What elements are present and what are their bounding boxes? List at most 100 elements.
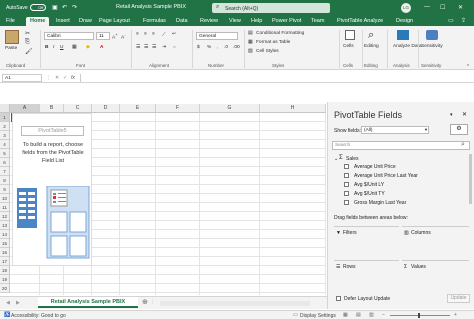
- row-header[interactable]: 6: [0, 158, 10, 167]
- zoom-slider-thumb[interactable]: [418, 313, 420, 318]
- column-header[interactable]: F: [156, 104, 200, 113]
- wrap-text-icon[interactable]: ↵: [172, 32, 176, 37]
- horizontal-scrollbar[interactable]: [160, 301, 310, 306]
- percent-icon[interactable]: %: [207, 45, 211, 50]
- row-header[interactable]: 10: [0, 194, 10, 203]
- columns-area[interactable]: ▥ Columns: [402, 226, 469, 256]
- tab-formulas[interactable]: Formulas: [139, 17, 170, 26]
- field-checkbox[interactable]: [344, 164, 349, 169]
- sensitivity-icon[interactable]: [426, 30, 438, 40]
- row-header[interactable]: 2: [0, 122, 10, 131]
- editing-button[interactable]: Editing: [364, 44, 379, 49]
- paste-button[interactable]: Paste: [5, 46, 17, 51]
- sheet-more-icon[interactable]: ⋮: [150, 299, 155, 305]
- field-checkbox[interactable]: [344, 182, 349, 187]
- row-header[interactable]: 19: [0, 275, 10, 284]
- values-area[interactable]: Σ Values: [402, 260, 469, 290]
- save-icon[interactable]: ▣: [52, 4, 58, 11]
- cell-styles-icon[interactable]: ▧: [248, 49, 253, 54]
- paste-icon[interactable]: [5, 30, 19, 44]
- number-format-select[interactable]: General: [196, 32, 238, 40]
- font-color-icon[interactable]: A: [100, 45, 103, 50]
- user-avatar[interactable]: LG: [401, 3, 411, 13]
- field-checkbox[interactable]: [344, 191, 349, 196]
- row-header[interactable]: 4: [0, 140, 10, 149]
- row-header[interactable]: 18: [0, 266, 10, 275]
- cond-format-icon[interactable]: ▤: [248, 31, 253, 36]
- minimize-button[interactable]: —: [424, 4, 430, 10]
- tab-help[interactable]: Help: [247, 17, 266, 26]
- underline-button[interactable]: U: [60, 45, 63, 50]
- column-header[interactable]: H: [260, 104, 326, 113]
- field-list-scrollbar[interactable]: [469, 154, 472, 204]
- merge-icon[interactable]: ⇔: [172, 45, 177, 50]
- tab-review[interactable]: Review: [196, 17, 222, 26]
- sheet-tab-retail[interactable]: Retail Analysis Sample PBIX: [38, 297, 138, 308]
- field-label[interactable]: Avg $/Unit TY: [354, 191, 385, 197]
- normal-view-icon[interactable]: ▦: [343, 312, 348, 318]
- accessibility-status[interactable]: Accessibility: Good to go: [11, 313, 66, 319]
- row-header[interactable]: 8: [0, 176, 10, 185]
- field-search-input[interactable]: Search: [332, 141, 470, 150]
- pane-options-icon[interactable]: ▾: [450, 112, 453, 118]
- shrink-font-icon[interactable]: A-: [121, 32, 126, 41]
- next-sheet-icon[interactable]: ▶: [16, 300, 20, 306]
- row-header[interactable]: 11: [0, 203, 10, 212]
- filters-area[interactable]: ▼ Filters: [334, 226, 399, 256]
- align-bottom-icon[interactable]: ≡: [152, 32, 155, 37]
- formula-input[interactable]: [80, 74, 472, 82]
- tab-team[interactable]: Team: [307, 17, 328, 26]
- rows-area[interactable]: ☰ Rows: [334, 260, 399, 290]
- row-header[interactable]: 16: [0, 248, 10, 257]
- row-header[interactable]: 1: [0, 113, 10, 122]
- add-sheet-icon[interactable]: ⊕: [142, 298, 148, 306]
- prev-sheet-icon[interactable]: ◀: [6, 300, 10, 306]
- row-header[interactable]: 14: [0, 230, 10, 239]
- tab-home[interactable]: Home: [26, 17, 50, 26]
- tab-pivottable-analyze[interactable]: PivotTable Analyze: [333, 17, 387, 26]
- cancel-icon[interactable]: ✕: [55, 75, 59, 81]
- page-layout-view-icon[interactable]: ▤: [356, 312, 361, 318]
- grow-font-icon[interactable]: A+: [112, 32, 118, 41]
- row-header[interactable]: 3: [0, 131, 10, 140]
- cells-button[interactable]: Cells: [343, 44, 354, 49]
- defer-checkbox[interactable]: [336, 296, 341, 301]
- cut-icon[interactable]: ✂: [25, 30, 30, 37]
- cell-styles-button[interactable]: Cell Styles: [256, 49, 279, 54]
- indent-icon[interactable]: ⇥: [162, 45, 166, 50]
- tab-design[interactable]: Design: [392, 17, 417, 26]
- collapse-ribbon-icon[interactable]: ⌃: [466, 64, 470, 70]
- italic-button[interactable]: I: [53, 45, 54, 50]
- maximize-button[interactable]: ☐: [440, 4, 445, 11]
- tab-page-layout[interactable]: Page Layout: [95, 17, 134, 26]
- align-left-icon[interactable]: ☰: [136, 45, 140, 50]
- row-header[interactable]: 12: [0, 212, 10, 221]
- redo-icon[interactable]: ↷: [72, 4, 77, 11]
- function-icon[interactable]: fx: [71, 75, 75, 81]
- close-button[interactable]: ✕: [458, 4, 463, 11]
- tab-file[interactable]: File: [2, 17, 19, 26]
- search-box[interactable]: ⌕ Search (Alt+Q): [212, 3, 330, 13]
- table-name[interactable]: Sales: [346, 156, 359, 162]
- update-button[interactable]: Update: [447, 294, 470, 303]
- zoom-slider[interactable]: [390, 315, 450, 316]
- row-header[interactable]: 9: [0, 185, 10, 194]
- display-settings-button[interactable]: Display Settings: [300, 313, 336, 319]
- enter-icon[interactable]: ✓: [63, 75, 67, 81]
- column-header[interactable]: G: [200, 104, 260, 113]
- undo-icon[interactable]: ↶: [62, 4, 67, 11]
- show-fields-select[interactable]: (All): [361, 126, 429, 134]
- row-header[interactable]: 20: [0, 284, 10, 293]
- expand-table-icon[interactable]: ⌄: [334, 156, 338, 162]
- row-header[interactable]: 15: [0, 239, 10, 248]
- copy-icon[interactable]: ⎘: [25, 39, 30, 46]
- field-checkbox[interactable]: [344, 173, 349, 178]
- display-settings-icon[interactable]: ▭: [293, 312, 298, 318]
- tab-view[interactable]: View: [225, 17, 245, 26]
- orientation-icon[interactable]: ⟋: [162, 32, 165, 38]
- tab-power-pivot[interactable]: Power Pivot: [268, 17, 305, 26]
- pivot-placeholder[interactable]: PivotTable5 To build a report, choose fi…: [12, 113, 92, 266]
- field-label[interactable]: Avg $/Unit LY: [354, 182, 384, 188]
- tab-draw[interactable]: Draw: [75, 17, 96, 26]
- sensitivity-button[interactable]: Sensitivity: [421, 44, 443, 49]
